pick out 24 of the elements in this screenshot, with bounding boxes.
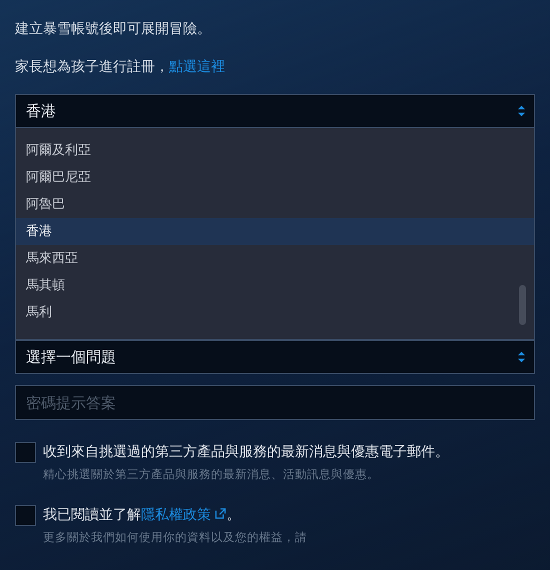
privacy-policy-link[interactable]: 隱私權政策: [141, 507, 226, 523]
country-option[interactable]: 馬其頓: [16, 272, 534, 299]
country-option[interactable]: 馬利: [16, 299, 534, 326]
intro-text: 建立暴雪帳號後即可展開冒險。: [15, 20, 212, 39]
up-down-arrows-icon: [517, 350, 526, 364]
up-down-arrows-icon: [517, 104, 526, 118]
parent-text: 家長想為孩子進行註冊，: [15, 59, 169, 75]
checkbox-note: 精心挑選關於第三方產品與服務的最新消息、活動訊息與優惠。: [43, 466, 380, 483]
question-select[interactable]: 選擇一個問題: [15, 340, 535, 374]
country-option[interactable]: 香港: [16, 218, 534, 245]
checkbox[interactable]: [15, 505, 36, 526]
country-select[interactable]: 香港: [15, 94, 535, 128]
checkbox-label: 我已閱讀並了解隱私權政策 。: [43, 506, 242, 525]
external-link-icon: [215, 508, 226, 519]
answer-field[interactable]: 密碼提示答案: [15, 385, 535, 420]
checkbox[interactable]: [15, 442, 36, 463]
country-option[interactable]: 阿爾及利亞: [16, 137, 534, 164]
checkbox-note: 更多關於我們如何使用你的資料以及您的權益，請: [43, 529, 307, 546]
country-option[interactable]: 阿魯巴: [16, 191, 534, 218]
country-option[interactable]: 阿爾巴尼亞: [16, 164, 534, 191]
scrollbar-thumb[interactable]: [519, 285, 526, 325]
checkbox-label: 收到來自挑選過的第三方產品與服務的最新消息與優惠電子郵件。: [43, 443, 449, 462]
country-option[interactable]: 馬來西亞: [16, 245, 534, 272]
click-here-link[interactable]: 點選這裡: [169, 59, 225, 75]
